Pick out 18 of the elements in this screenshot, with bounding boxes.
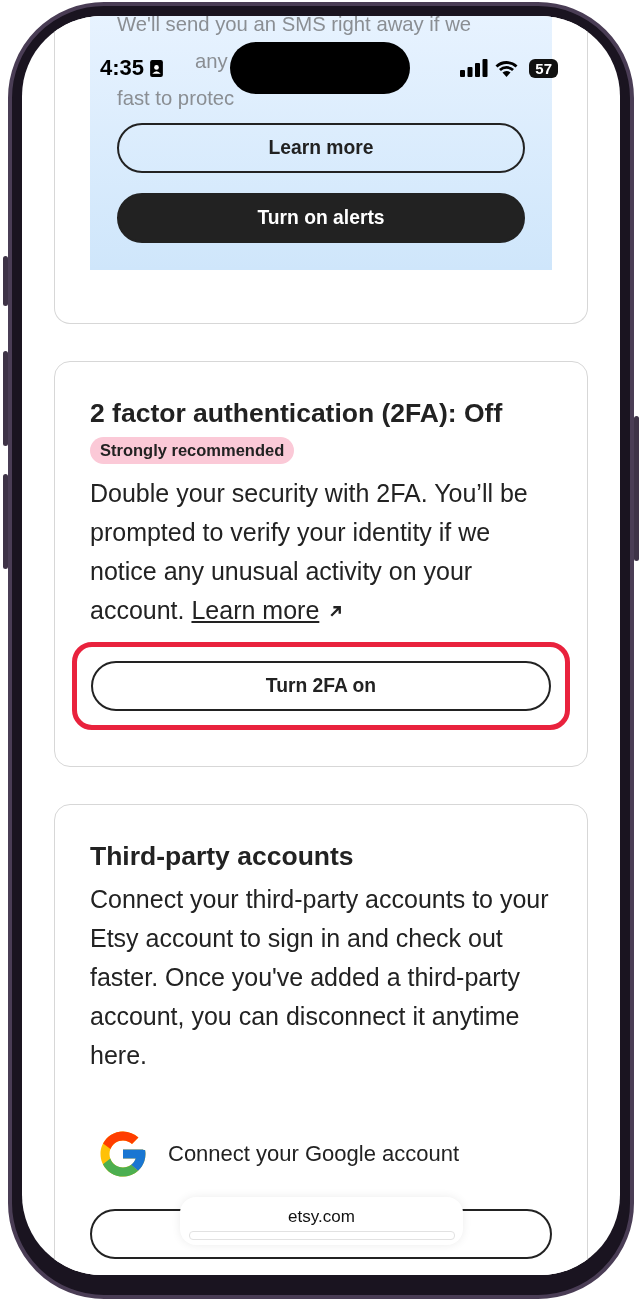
alert-text: fast to protec xyxy=(117,86,235,111)
wifi-icon xyxy=(494,59,520,77)
alert-text: We'll send you an SMS right away if we xyxy=(117,16,472,37)
recommended-badge: Strongly recommended xyxy=(90,437,295,464)
address-bar[interactable]: etsy.com xyxy=(180,1197,463,1245)
description-text: Double your security with 2FA. You’ll be prompted to verify your identity if we notice any unusual activity on your account. Learn more xyxy=(90,478,529,626)
card-title: 2 factor authentication (2FA): Off xyxy=(90,398,504,429)
learn-more-button[interactable]: Learn more xyxy=(117,123,525,173)
google-connect-label: Connect your Google account xyxy=(168,1141,460,1167)
signal-icon xyxy=(460,59,489,77)
alert-text: any xyxy=(195,49,228,74)
learn-more-link[interactable]: Learn more xyxy=(191,596,345,624)
card-title: Third-party accounts xyxy=(90,841,355,872)
turn-2fa-on-button[interactable]: Turn 2FA on xyxy=(91,661,551,711)
status-time: 4:35 xyxy=(100,55,145,81)
turn-on-alerts-button[interactable]: Turn on alerts xyxy=(117,193,525,243)
description-text: Connect your third-party accounts to your Etsy account to sign in and check out faster. Once you've added a third-party account, you can disconnect it anytime here. xyxy=(90,884,550,1071)
url-text: etsy.com xyxy=(288,1207,355,1227)
